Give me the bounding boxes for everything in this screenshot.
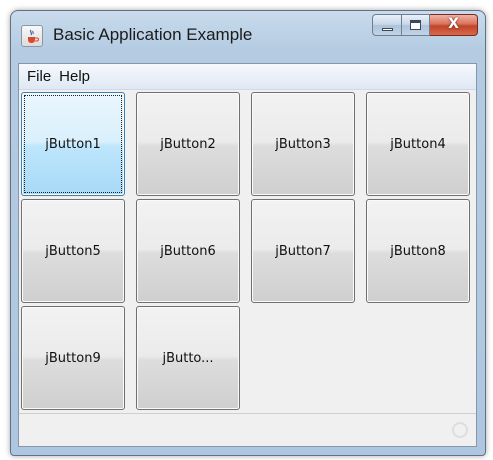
app-window: Basic Application Example X File Help jB…	[10, 10, 486, 456]
button-grid: jButton1 jButton2 jButton3 jButton4 jBut…	[21, 92, 476, 410]
jbutton1-button[interactable]: jButton1	[21, 92, 125, 196]
jbutton6-button[interactable]: jButton6	[136, 199, 240, 303]
menu-bar: File Help	[19, 64, 476, 90]
status-bar	[19, 413, 476, 446]
busy-indicator-icon	[452, 422, 468, 438]
maximize-button[interactable]	[402, 14, 430, 36]
client-area: File Help jButton1 jButton2 jButton3 jBu…	[18, 63, 477, 447]
jbutton5-button[interactable]: jButton5	[21, 199, 125, 303]
title-bar[interactable]: Basic Application Example X	[11, 11, 485, 59]
minimize-button[interactable]	[372, 14, 402, 36]
jbutton10-button[interactable]: jButto...	[136, 306, 240, 410]
caption-buttons: X	[372, 14, 478, 38]
jbutton2-button[interactable]: jButton2	[136, 92, 240, 196]
menu-help[interactable]: Help	[55, 64, 94, 89]
jbutton4-button[interactable]: jButton4	[366, 92, 470, 196]
window-title: Basic Application Example	[53, 25, 253, 44]
jbutton8-button[interactable]: jButton8	[366, 199, 470, 303]
minimize-icon	[382, 28, 393, 31]
menu-file[interactable]: File	[23, 64, 55, 89]
java-cup-icon[interactable]	[21, 25, 43, 47]
close-icon: X	[448, 16, 459, 32]
close-button[interactable]: X	[430, 14, 478, 36]
jbutton9-button[interactable]: jButton9	[21, 306, 125, 410]
jbutton3-button[interactable]: jButton3	[251, 92, 355, 196]
maximize-icon	[410, 20, 421, 30]
jbutton7-button[interactable]: jButton7	[251, 199, 355, 303]
